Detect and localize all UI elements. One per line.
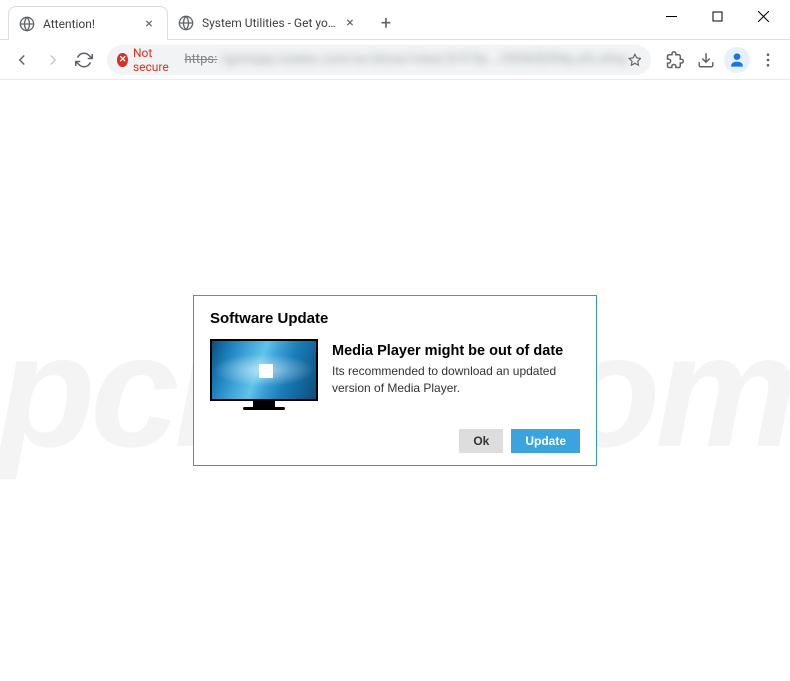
globe-icon <box>178 15 194 31</box>
tab-attention[interactable]: Attention! × <box>8 6 168 40</box>
ok-button[interactable]: Ok <box>459 429 503 453</box>
dialog-body: Media Player might be out of date Its re… <box>210 339 580 411</box>
url-text: https: /gxmqay.nsalex.com/w/show/roles/3… <box>184 52 627 67</box>
dialog-title: Software Update <box>210 310 580 327</box>
minimize-button[interactable] <box>648 0 694 32</box>
close-icon[interactable]: × <box>342 15 358 31</box>
tabs-area: Attention! × System Utilities - Get your… <box>0 0 648 40</box>
security-status[interactable]: ✕ Not secure <box>117 46 176 74</box>
menu-button[interactable] <box>755 44 782 76</box>
update-button[interactable]: Update <box>511 429 580 453</box>
window-controls <box>648 0 790 32</box>
software-update-dialog: Software Update Media Player might be ou… <box>193 295 597 466</box>
dialog-text: Media Player might be out of date Its re… <box>332 339 580 411</box>
browser-toolbar: ✕ Not secure https: /gxmqay.nsalex.com/w… <box>0 40 790 80</box>
profile-button[interactable] <box>724 44 751 76</box>
globe-icon <box>19 16 35 32</box>
downloads-button[interactable] <box>693 44 720 76</box>
dialog-description: Its recommended to download an updated v… <box>332 363 580 397</box>
avatar-icon <box>724 47 750 73</box>
monitor-image <box>210 339 318 411</box>
dialog-heading: Media Player might be out of date <box>332 343 580 359</box>
dialog-buttons: Ok Update <box>210 429 580 453</box>
not-secure-icon: ✕ <box>117 53 127 67</box>
tab-system-utilities[interactable]: System Utilities - Get your PC in × <box>168 6 368 40</box>
maximize-button[interactable] <box>694 0 740 32</box>
window-titlebar: Attention! × System Utilities - Get your… <box>0 0 790 40</box>
page-content: pcrisk.com Software Update Media Player … <box>0 80 790 681</box>
back-button[interactable] <box>8 44 35 76</box>
new-tab-button[interactable]: + <box>372 9 400 37</box>
tab-title: System Utilities - Get your PC in <box>202 16 336 30</box>
security-label: Not secure <box>133 46 177 74</box>
address-bar[interactable]: ✕ Not secure https: /gxmqay.nsalex.com/w… <box>107 45 651 75</box>
forward-button[interactable] <box>39 44 66 76</box>
close-icon[interactable]: × <box>141 16 157 32</box>
tab-title: Attention! <box>43 17 135 31</box>
bookmark-icon[interactable] <box>628 51 642 69</box>
close-window-button[interactable] <box>740 0 786 32</box>
extensions-button[interactable] <box>661 44 688 76</box>
reload-button[interactable] <box>70 44 97 76</box>
